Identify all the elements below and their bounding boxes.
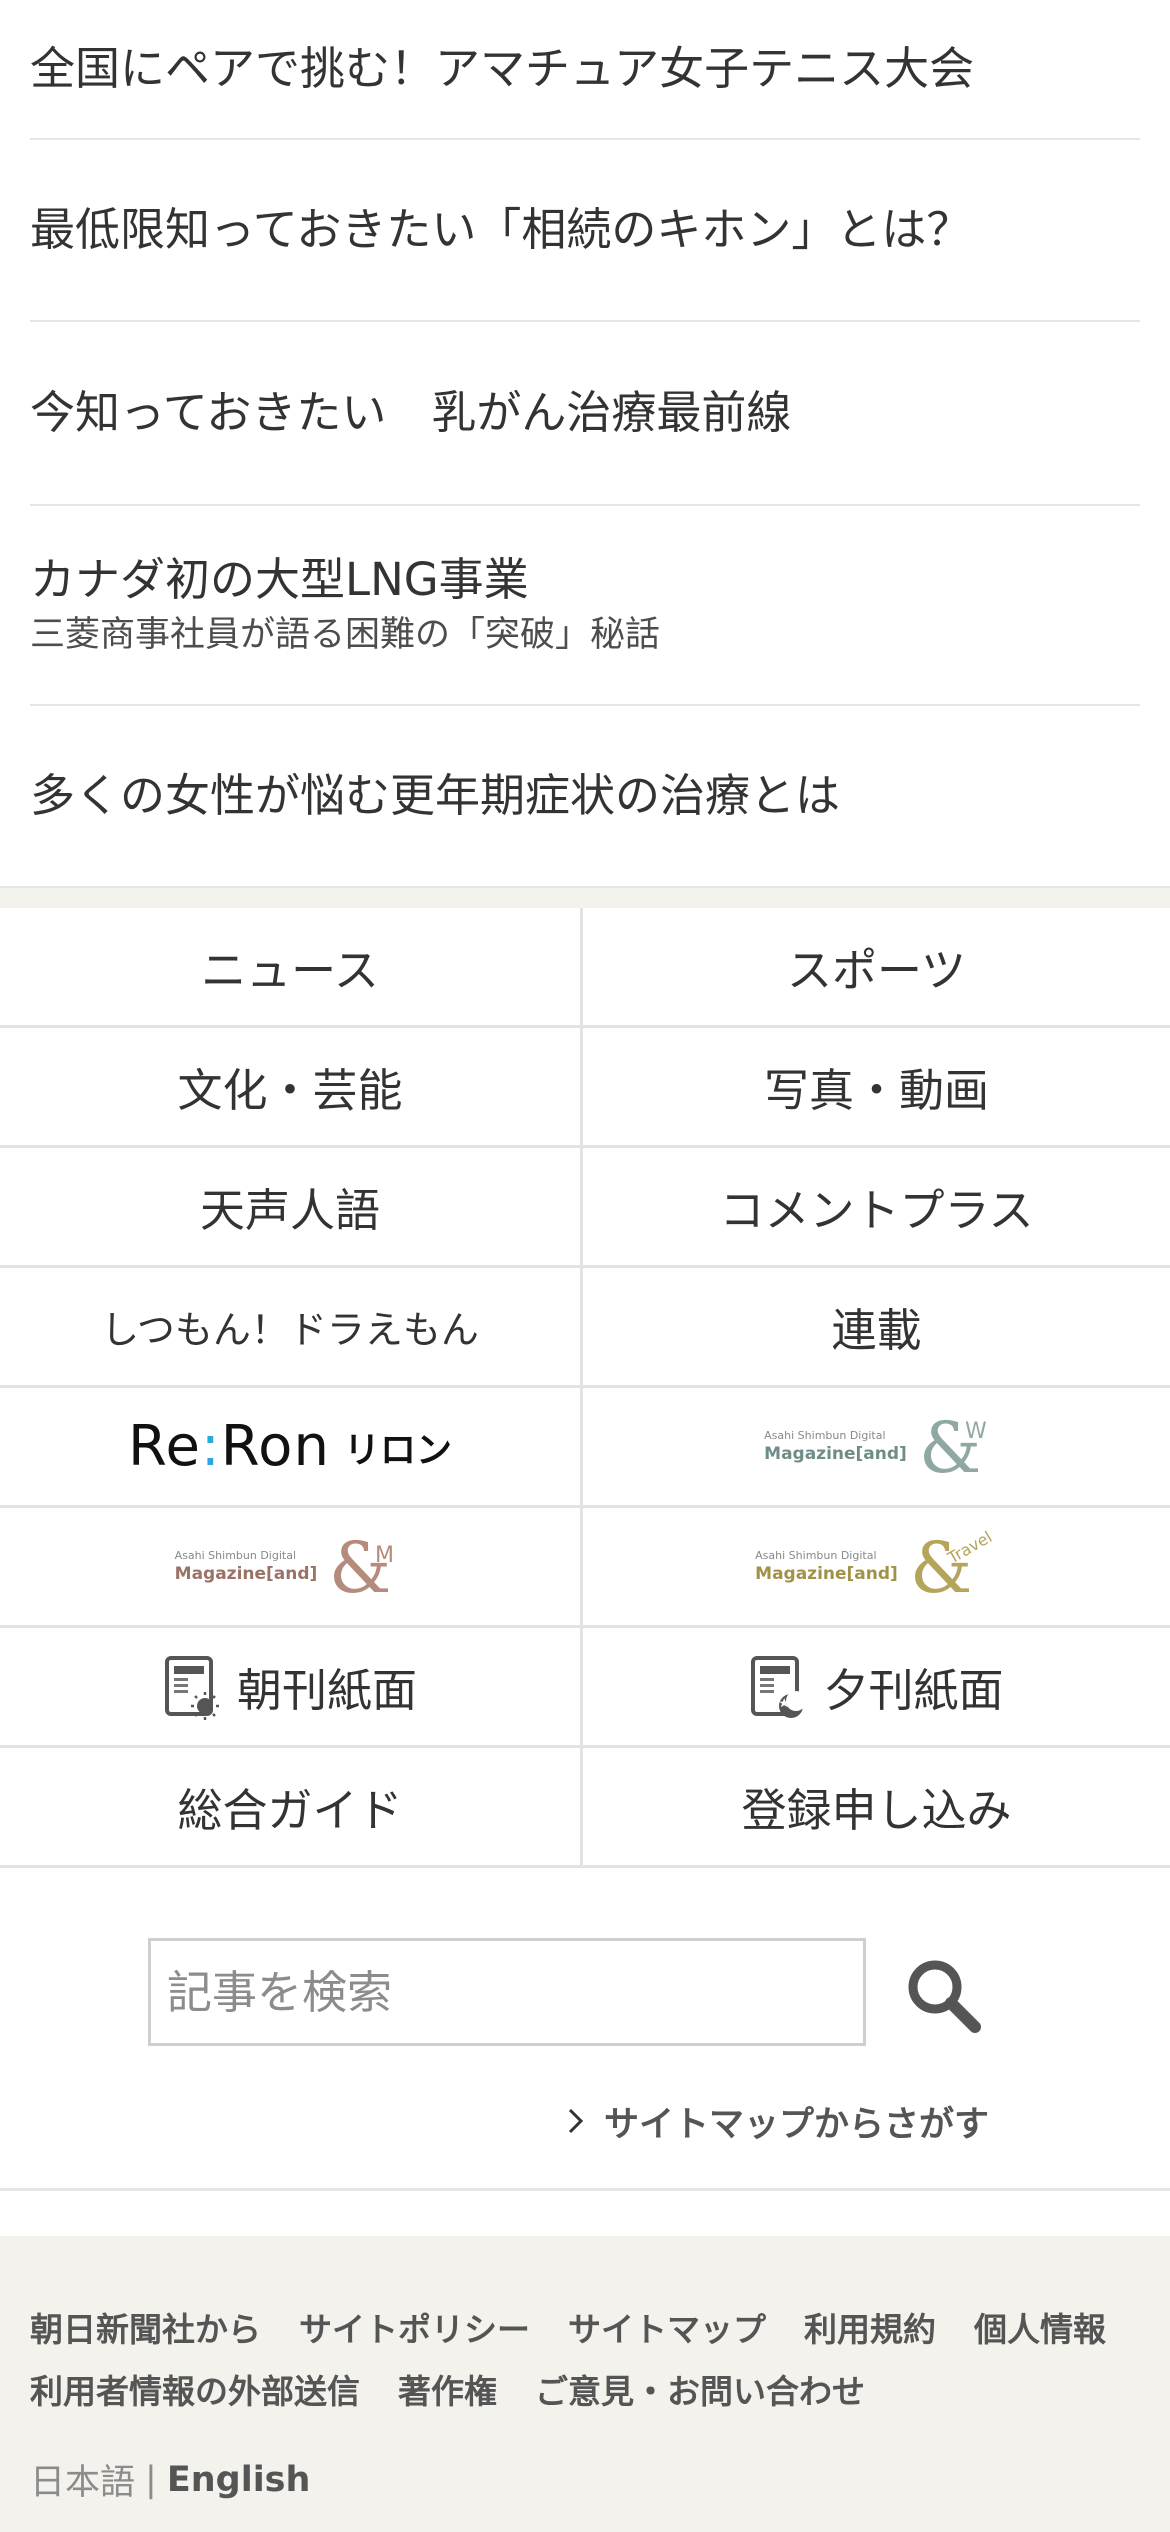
- and-m-logo-bottom: Magazine[and]: [174, 1563, 318, 1584]
- svg-text:W: W: [965, 1419, 987, 1444]
- nav-tensei-jingo[interactable]: 天声人語: [0, 1148, 583, 1268]
- nav-and-m[interactable]: Asahi Shimbun Digital Magazine[and] & M: [0, 1508, 583, 1628]
- article-item[interactable]: カナダ初の大型LNG事業 三菱商事社員が語る困難の「突破」秘話: [30, 506, 1140, 706]
- reron-logo-word: Re:Ron: [128, 1414, 330, 1479]
- nav-news-label: ニュース: [201, 944, 379, 997]
- lang-separator: |: [145, 2459, 157, 2500]
- article-subtitle: 三菱商事社員が語る困難の「突破」秘話: [30, 615, 661, 655]
- nav-news[interactable]: ニュース: [0, 908, 583, 1028]
- footer-link-copyright[interactable]: 著作権: [398, 2365, 497, 2413]
- article-item[interactable]: 全国にペアで挑む！アマチュア女子テニス大会: [30, 0, 1140, 140]
- nav-culture-label: 文化・芸能: [177, 1064, 403, 1117]
- nav-tensei-jingo-label: 天声人語: [199, 1184, 380, 1237]
- svg-text:M: M: [375, 1543, 394, 1568]
- reron-logo: Re:Ron リロン: [128, 1414, 452, 1479]
- nav-photo-video[interactable]: 写真・動画: [583, 1028, 1170, 1148]
- nav-comment-plus[interactable]: コメントプラス: [583, 1148, 1170, 1268]
- footer-links-row: 朝日新聞社から サイトポリシー サイトマップ 利用規約 個人情報: [30, 2296, 1150, 2358]
- reron-logo-kana: リロン: [343, 1429, 452, 1471]
- footer-link-terms[interactable]: 利用規約: [804, 2303, 936, 2351]
- nav-sports[interactable]: スポーツ: [583, 908, 1170, 1028]
- newspaper-morning-icon: [163, 1654, 221, 1720]
- nav-photo-video-label: 写真・動画: [763, 1064, 989, 1117]
- footer-link-privacy[interactable]: 個人情報: [974, 2303, 1106, 2351]
- footer-link-sitemap[interactable]: サイトマップ: [568, 2303, 766, 2351]
- and-travel-logo-bottom: Magazine[and]: [755, 1563, 898, 1584]
- article-item[interactable]: 今知っておきたい 乳がん治療最前線: [30, 322, 1140, 506]
- article-title: 全国にペアで挑む！アマチュア女子テニス大会: [30, 42, 975, 95]
- footer-link-external-transmission[interactable]: 利用者情報の外部送信: [30, 2365, 360, 2413]
- footer-divider: [0, 2188, 1170, 2191]
- and-w-logo-top: Asahi Shimbun Digital: [764, 1428, 886, 1442]
- footer-links-row: 利用者情報の外部送信 著作権 ご意見・お問い合わせ: [30, 2358, 1150, 2420]
- nav-comment-plus-label: コメントプラス: [719, 1184, 1034, 1237]
- search-icon: [908, 1960, 981, 2033]
- sitemap-search-link[interactable]: サイトマップからさがす: [566, 2096, 989, 2146]
- nav-register-label: 登録申し込み: [741, 1784, 1012, 1837]
- reron-logo-colon: :: [200, 1414, 221, 1479]
- nav-shitsumon-doraemon-label: しつもん！ドラえもん: [101, 1308, 479, 1352]
- sitemap-search-label: サイトマップからさがす: [604, 2104, 990, 2145]
- nav-reron[interactable]: Re:Ron リロン: [0, 1388, 583, 1508]
- chevron-right-icon: [568, 2108, 584, 2134]
- search-button[interactable]: [898, 1950, 988, 2040]
- lang-japanese: 日本語: [30, 2463, 136, 2503]
- article-title: カナダ初の大型LNG事業: [30, 553, 529, 606]
- newspaper-evening-icon: [749, 1654, 807, 1720]
- article-item[interactable]: 多くの女性が悩む更年期症状の治療とは: [30, 706, 1140, 886]
- search-input[interactable]: [148, 1938, 866, 2046]
- article-title: 多くの女性が悩む更年期症状の治療とは: [30, 769, 841, 822]
- and-travel-logo-top: Asahi Shimbun Digital: [755, 1548, 877, 1562]
- and-m-logo: Asahi Shimbun Digital Magazine[and] & M: [175, 1530, 406, 1604]
- section-divider: [0, 886, 1170, 908]
- nav-culture[interactable]: 文化・芸能: [0, 1028, 583, 1148]
- nav-sports-label: スポーツ: [786, 944, 967, 997]
- and-travel-mark-icon: & Travel: [910, 1530, 995, 1604]
- nav-morning-paper-label: 朝刊紙面: [236, 1664, 417, 1717]
- and-w-mark-icon: & W: [919, 1410, 987, 1484]
- language-switcher: 日本語 | English: [30, 2454, 310, 2505]
- nav-shitsumon-doraemon[interactable]: しつもん！ドラえもん: [0, 1268, 583, 1388]
- page: 全国にペアで挑む！アマチュア女子テニス大会 最低限知っておきたい「相続のキホン」…: [0, 0, 1170, 2532]
- nav-serial[interactable]: 連載: [583, 1268, 1170, 1388]
- and-w-logo-bottom: Magazine[and]: [764, 1443, 907, 1464]
- footer-links: 朝日新聞社から サイトポリシー サイトマップ 利用規約 個人情報 利用者情報の外…: [30, 2296, 1150, 2420]
- nav-guide-label: 総合ガイド: [177, 1784, 403, 1837]
- nav-serial-label: 連載: [831, 1304, 922, 1357]
- and-travel-logo: Asahi Shimbun Digital Magazine[and] & Tr…: [755, 1530, 998, 1604]
- footer-link-site-policy[interactable]: サイトポリシー: [299, 2303, 530, 2351]
- nav-evening-paper-label: 夕刊紙面: [823, 1664, 1004, 1717]
- nav-guide[interactable]: 総合ガイド: [0, 1748, 583, 1868]
- and-w-logo: Asahi Shimbun Digital Magazine[and] & W: [764, 1410, 989, 1484]
- nav-and-w[interactable]: Asahi Shimbun Digital Magazine[and] & W: [583, 1388, 1170, 1508]
- nav-register[interactable]: 登録申し込み: [583, 1748, 1170, 1868]
- footer-link-contact[interactable]: ご意見・お問い合わせ: [535, 2365, 865, 2413]
- and-m-mark-icon: & M: [329, 1530, 394, 1604]
- article-title: 今知っておきたい 乳がん治療最前線: [30, 386, 792, 439]
- footer: 朝日新聞社から サイトポリシー サイトマップ 利用規約 個人情報 利用者情報の外…: [0, 2236, 1170, 2532]
- article-item[interactable]: 最低限知っておきたい「相続のキホン」とは？: [30, 140, 1140, 322]
- article-title: 最低限知っておきたい「相続のキホン」とは？: [30, 203, 972, 256]
- nav-and-travel[interactable]: Asahi Shimbun Digital Magazine[and] & Tr…: [583, 1508, 1170, 1628]
- footer-link-company[interactable]: 朝日新聞社から: [30, 2303, 261, 2351]
- nav-morning-paper[interactable]: 朝刊紙面: [0, 1628, 583, 1748]
- nav-evening-paper[interactable]: 夕刊紙面: [583, 1628, 1170, 1748]
- lang-english-link[interactable]: English: [167, 2460, 311, 2500]
- and-m-logo-top: Asahi Shimbun Digital: [174, 1548, 296, 1562]
